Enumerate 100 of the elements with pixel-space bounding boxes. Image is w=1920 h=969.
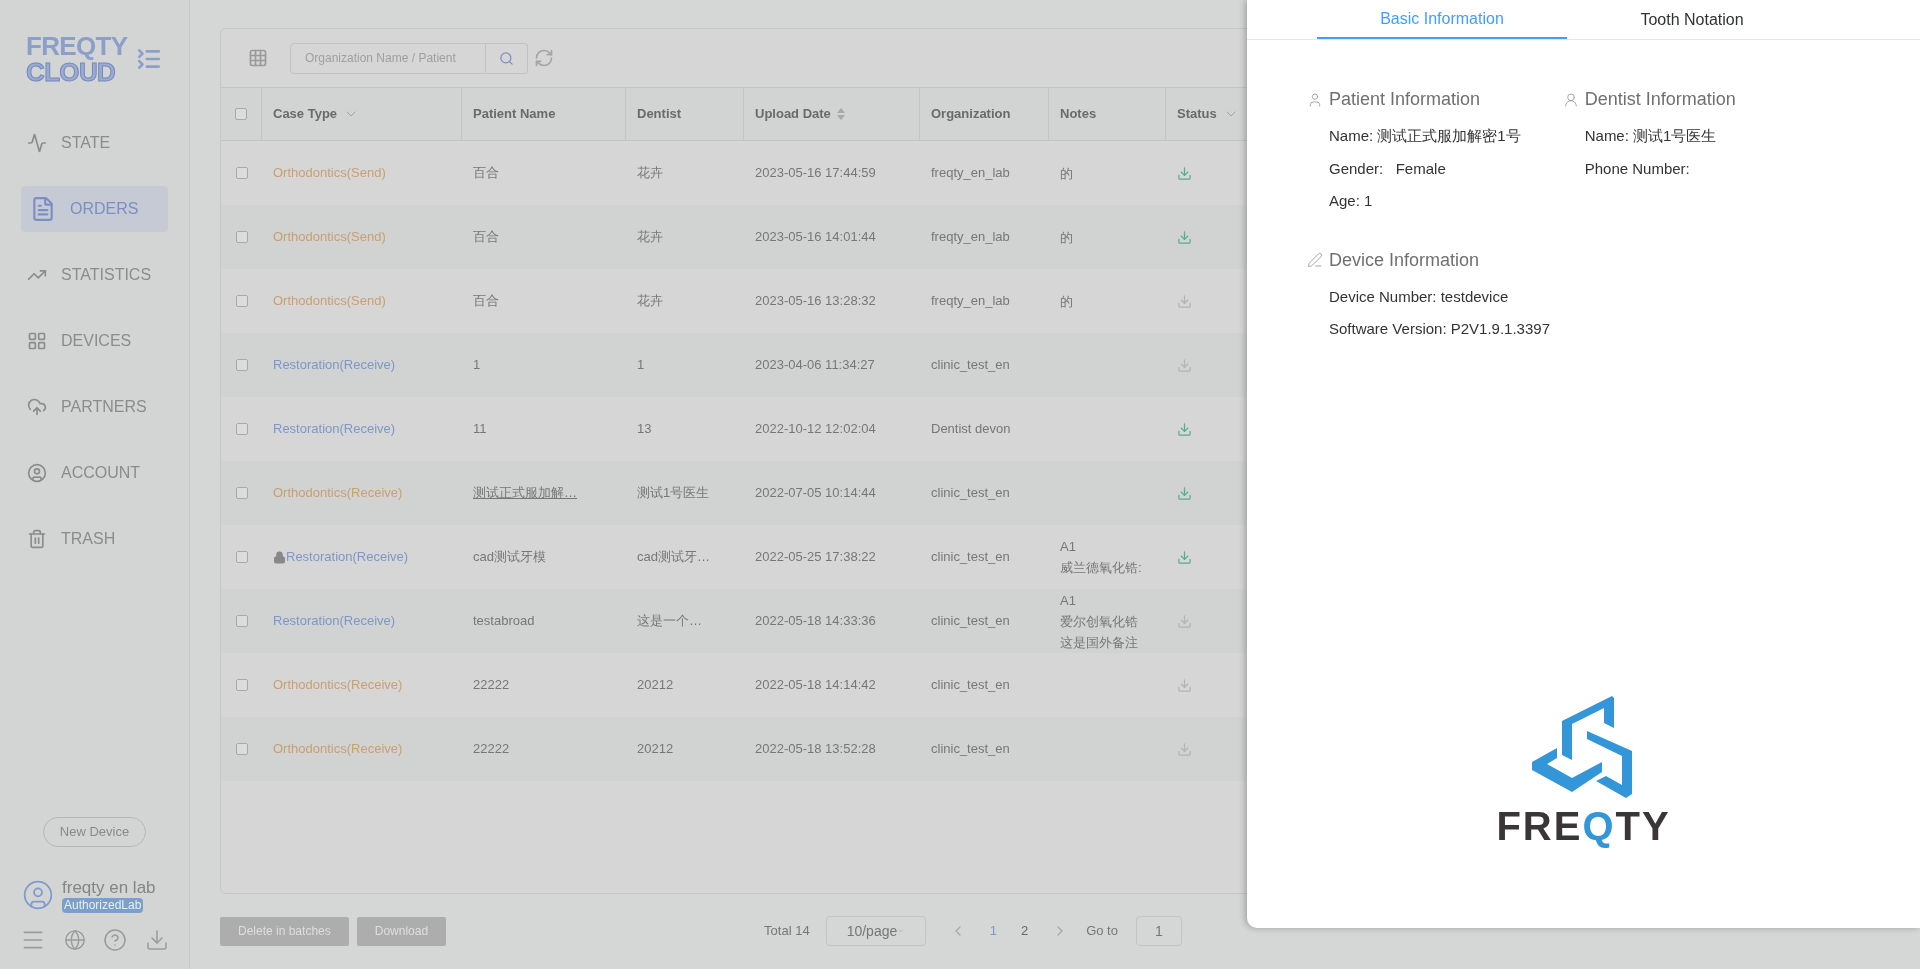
download-icon[interactable] — [1177, 549, 1192, 565]
globe-icon[interactable] — [63, 929, 86, 951]
download-icon[interactable] — [1177, 677, 1192, 693]
section-title: Device Information — [1329, 248, 1480, 272]
section-title: Patient Information — [1329, 88, 1481, 111]
download-icon[interactable] — [144, 928, 169, 952]
upload-date: 2022-05-25 17:38:22 — [755, 549, 876, 565]
upload-date: 2023-05-16 14:01:44 — [755, 229, 876, 245]
row-checkbox[interactable] — [235, 423, 248, 435]
download-icon[interactable] — [1177, 741, 1192, 757]
patient-name: 百合 — [473, 229, 499, 245]
info-line: Software Version: P2V1.9.1.3397 — [1329, 319, 1551, 339]
column-header[interactable]: Upload Date — [744, 88, 920, 140]
row-checkbox[interactable] — [235, 615, 248, 627]
nav-item[interactable]: TRASH — [21, 516, 168, 562]
download-icon[interactable] — [1177, 165, 1192, 181]
row-checkbox[interactable] — [235, 679, 248, 691]
column-header[interactable]: Notes — [1049, 88, 1166, 140]
upload-date: 2022-07-05 10:14:44 — [755, 485, 876, 501]
page-input[interactable]: 1 — [1135, 916, 1182, 946]
patient-name: cad测试牙模 — [473, 549, 546, 565]
nav-item[interactable]: ACCOUNT — [21, 450, 168, 496]
note-line: 的 — [1060, 292, 1074, 311]
case-type-link[interactable]: Orthodontics(Send) — [273, 163, 386, 183]
case-type-link[interactable]: Orthodontics(Send) — [273, 227, 386, 247]
download-icon[interactable] — [1177, 421, 1192, 437]
patient-name: 百合 — [473, 165, 499, 181]
case-type-link[interactable]: Orthodontics(Receive) — [273, 483, 403, 503]
row-checkbox[interactable] — [235, 231, 248, 243]
download-icon[interactable] — [1177, 613, 1192, 629]
logo-text: FREQTY — [26, 33, 128, 59]
upload-date: 2023-05-16 13:28:32 — [755, 293, 876, 309]
nav-item[interactable]: ORDERS — [21, 186, 168, 232]
info-line: Phone Number: — [1584, 158, 1691, 179]
refresh-icon[interactable] — [534, 48, 554, 68]
sort-icon[interactable] — [836, 108, 845, 120]
info-line: Gender: Female — [1329, 158, 1447, 179]
page-number[interactable]: 2 — [1020, 921, 1029, 941]
row-checkbox[interactable] — [235, 743, 248, 755]
note-line: 爱尔创氧化锆 — [1060, 612, 1139, 631]
nav-icon — [27, 529, 47, 549]
dentist-name: 花卉 — [637, 165, 663, 181]
tab[interactable]: Tooth Notation — [1567, 0, 1817, 39]
info-line: Device Number: testdevice — [1329, 286, 1510, 307]
row-checkbox[interactable] — [235, 295, 248, 307]
patient-name[interactable]: 测试正式服加解… — [473, 485, 577, 501]
page-size-select[interactable]: 10/page — [825, 916, 926, 946]
user-name: freqty en lab — [62, 876, 156, 898]
tab[interactable]: Basic Information — [1317, 0, 1567, 39]
case-type-link[interactable]: Restoration(Receive) — [273, 355, 396, 375]
column-header[interactable]: Patient Name — [462, 88, 626, 140]
row-checkbox[interactable] — [235, 167, 248, 179]
download-icon[interactable] — [1177, 229, 1192, 245]
organization-name: freqty_en_lab — [931, 229, 1010, 245]
patient-name: 1 — [473, 357, 481, 373]
avatar-icon[interactable] — [22, 878, 54, 911]
nav-item[interactable]: DEVICES — [21, 318, 168, 364]
dentist-name: 花卉 — [637, 229, 663, 245]
go-to-label: Go to — [1086, 922, 1118, 941]
case-type-link[interactable]: Restoration(Receive) — [273, 611, 396, 631]
case-type-link[interactable]: Restoration(Receive) — [273, 419, 396, 439]
column-header[interactable]: Dentist — [626, 88, 744, 140]
download-icon[interactable] — [1177, 485, 1192, 501]
organization-name: Dentist devon — [931, 421, 1011, 437]
column-header[interactable]: Case Type — [262, 88, 462, 140]
row-checkbox[interactable] — [235, 359, 248, 371]
row-checkbox[interactable] — [235, 551, 248, 563]
column-header[interactable]: Organization — [920, 88, 1049, 140]
page-number[interactable]: 1 — [989, 921, 997, 941]
upload-date: 2022-05-18 14:33:36 — [755, 613, 876, 629]
dentist-name: 20212 — [637, 741, 674, 757]
select-all-checkbox[interactable] — [235, 108, 247, 120]
info-line: Name: 测试1号医生 — [1584, 126, 1718, 146]
help-icon[interactable] — [103, 928, 128, 952]
organization-name: clinic_test_en — [931, 357, 1010, 373]
patient-name: 百合 — [473, 293, 499, 309]
download-icon[interactable] — [1177, 357, 1192, 373]
note-line: A1 — [1060, 538, 1077, 556]
upload-date: 2023-05-16 17:44:59 — [755, 165, 876, 181]
search-button[interactable] — [486, 42, 528, 74]
organization-name: freqty_en_lab — [931, 293, 1010, 309]
row-checkbox[interactable] — [235, 487, 248, 499]
info-line: Name: 测试正式服加解密1号 — [1329, 126, 1521, 146]
nav-item[interactable]: STATE — [21, 120, 168, 166]
note-line: 威兰德氧化锆: — [1060, 559, 1143, 577]
download-icon[interactable] — [1177, 293, 1192, 309]
case-type-link[interactable]: Orthodontics(Send) — [273, 291, 386, 311]
case-type-link[interactable]: Restoration(Receive) — [286, 547, 409, 567]
note-line: 的 — [1060, 228, 1074, 247]
person-icon — [1307, 91, 1323, 108]
case-type-link[interactable]: Orthodontics(Receive) — [273, 675, 403, 695]
grid-icon[interactable] — [248, 48, 268, 68]
dentist-name: cad测试牙… — [637, 549, 710, 565]
case-type-link[interactable]: Orthodontics(Receive) — [273, 739, 403, 759]
nav-item[interactable]: PARTNERS — [21, 384, 168, 430]
collapse-menu-icon[interactable] — [135, 46, 162, 72]
dentist-name: 1 — [637, 357, 645, 373]
patient-name: 22222 — [473, 677, 510, 693]
nav-item[interactable]: STATISTICS — [21, 252, 168, 298]
patient-name: testabroad — [473, 613, 535, 629]
